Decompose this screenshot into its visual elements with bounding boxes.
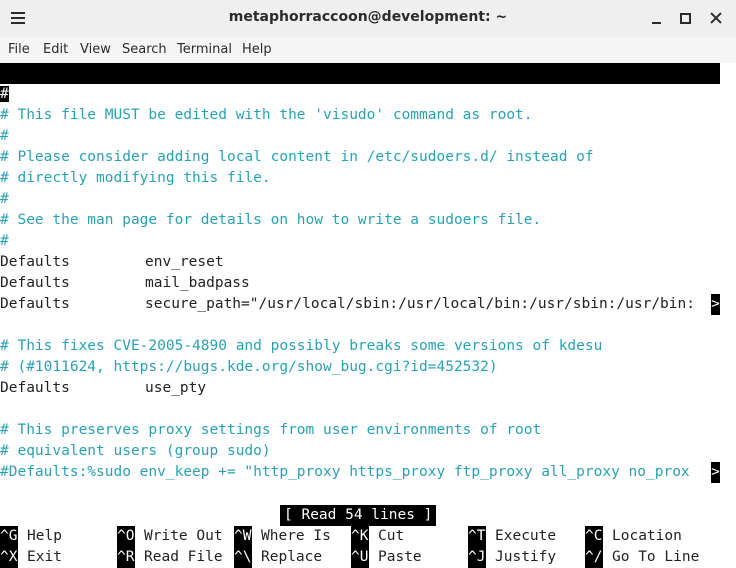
shortcut-key: ^X <box>0 547 18 568</box>
minimize-icon[interactable] <box>647 8 667 28</box>
menu-file[interactable]: File <box>8 42 30 57</box>
shortcut-key: ^T <box>468 526 486 547</box>
shortcut-key: ^\ <box>234 547 252 568</box>
shortcut-key: ^O <box>117 526 135 547</box>
title-bar: metaphorraccoon@development: ~ <box>0 0 736 37</box>
editor-line: # Please consider adding local content i… <box>0 149 594 165</box>
shortcut-justify: ^J Justify <box>468 547 556 568</box>
shortcut-label: Help <box>27 528 62 544</box>
close-icon[interactable] <box>706 8 726 28</box>
editor-line: #Defaults:%sudo env_keep += "http_proxy … <box>0 464 690 480</box>
directive-value: env_reset <box>145 254 224 270</box>
shortcut-label: Replace <box>261 549 323 565</box>
window-title: metaphorraccoon@development: ~ <box>228 9 508 25</box>
shortcut-key: ^K <box>351 526 369 547</box>
shortcut-exit: ^X Exit <box>0 547 62 568</box>
editor-line: # <box>0 233 9 249</box>
line-truncated-marker: > <box>711 462 720 483</box>
shortcut-paste: ^U Paste <box>351 547 422 568</box>
editor-line: Defaults mail_badpass <box>0 273 711 294</box>
shortcut-where-is: ^W Where Is <box>234 526 331 547</box>
shortcut-label: Paste <box>378 549 422 565</box>
shortcut-go-to-line: ^/ Go To Line <box>585 547 699 568</box>
directive-value: use_pty <box>145 380 207 396</box>
shortcut-key: ^J <box>468 547 486 568</box>
shortcut-execute: ^T Execute <box>468 526 556 547</box>
directive-keyword: Defaults <box>0 275 70 291</box>
shortcut-write-out: ^O Write Out <box>117 526 223 547</box>
shortcut-location: ^C Location <box>585 526 682 547</box>
shortcut-label: Read File <box>144 549 223 565</box>
shortcut-label: Write Out <box>144 528 223 544</box>
editor-line: # This preserves proxy settings from use… <box>0 422 542 438</box>
shortcut-label: Cut <box>378 528 405 544</box>
shortcut-key: ^W <box>234 526 252 547</box>
menu-bar: File Edit View Search Terminal Help <box>0 37 736 63</box>
shortcut-help: ^G Help <box>0 526 62 547</box>
menu-search[interactable]: Search <box>122 42 167 57</box>
directive-value: secure_path="/usr/local/sbin:/usr/local/… <box>145 296 695 312</box>
shortcut-key: ^/ <box>585 547 603 568</box>
shortcut-label: Execute <box>495 528 557 544</box>
shortcut-label: Justify <box>495 549 557 565</box>
editor-line: # <box>0 191 9 207</box>
editor-line: # <box>0 128 9 144</box>
directive-value: mail_badpass <box>145 275 250 291</box>
shortcut-key: ^R <box>117 547 135 568</box>
nano-version: GNU nano 7.2 <box>18 86 123 102</box>
menu-view[interactable]: View <box>80 42 111 57</box>
shortcut-label: Go To Line <box>612 549 700 565</box>
terminal-window: metaphorraccoon@development: ~ File Edit… <box>0 0 736 568</box>
shortcut-read-file: ^R Read File <box>117 547 223 568</box>
nano-header: GNU nano 7.2 /etc/sudoers.tmp <box>0 63 720 123</box>
editor-line: # equivalent users (group sudo) <box>0 443 271 459</box>
editor-line: Defaults use_pty <box>0 378 711 399</box>
menu-edit[interactable]: Edit <box>43 42 68 57</box>
editor-line: # <box>0 84 9 105</box>
shortcut-replace: ^\ Replace <box>234 547 322 568</box>
text-cursor: # <box>0 86 9 102</box>
status-message: [ Read 54 lines ] <box>280 505 437 526</box>
shortcut-label: Exit <box>27 549 62 565</box>
editor-line: # This file MUST be edited with the 'vis… <box>0 107 533 123</box>
shortcut-label: Where Is <box>261 528 331 544</box>
shortcut-cut: ^K Cut <box>351 526 404 547</box>
shortcut-key: ^G <box>0 526 18 547</box>
editor-line: # directly modifying this file. <box>0 170 271 186</box>
editor-line: Defaults env_reset <box>0 252 711 273</box>
menu-terminal[interactable]: Terminal <box>177 42 232 57</box>
line-truncated-marker: > <box>711 294 720 315</box>
editor-line: # See the man page for details on how to… <box>0 212 542 228</box>
editor-line: # (#1011624, https://bugs.kde.org/show_b… <box>0 359 498 375</box>
directive-keyword: Defaults <box>0 296 70 312</box>
menu-help[interactable]: Help <box>242 42 272 57</box>
shortcut-key: ^C <box>585 526 603 547</box>
terminal-area[interactable]: GNU nano 7.2 /etc/sudoers.tmp # # This f… <box>0 63 736 568</box>
shortcut-label: Location <box>612 528 682 544</box>
maximize-icon[interactable] <box>675 8 695 28</box>
directive-keyword: Defaults <box>0 254 70 270</box>
directive-keyword: Defaults <box>0 380 70 396</box>
editor-line: Defaults secure_path="/usr/local/sbin:/us… <box>0 294 711 315</box>
shortcut-key: ^U <box>351 547 369 568</box>
editor-line: # This fixes CVE-2005-4890 and possibly … <box>0 338 603 354</box>
